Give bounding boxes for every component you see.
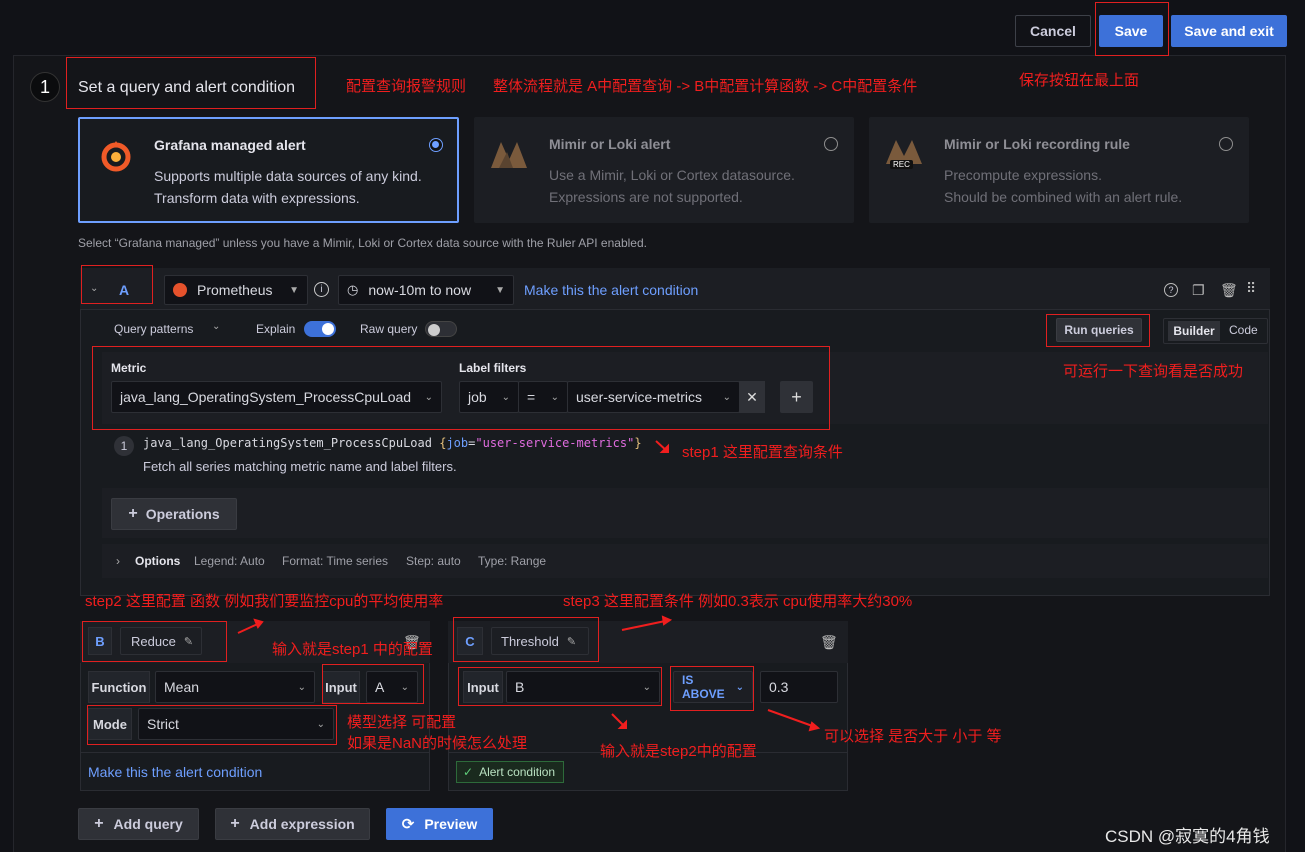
annotation-text: 保存按钮在最上面 [1019,72,1140,89]
annotation-text: 模型选择 可配置 [347,714,457,731]
annotation-text: 可以选择 是否大于 小于 等 [824,728,1002,745]
annotation-text: 整体流程就是 A中配置查询 -> B中配置计算函数 -> C中配置条件 [493,78,918,95]
annotation-text: 可运行一下查询看是否成功 [1063,363,1244,380]
watermark: CSDN @寂寞的4角钱 [1105,827,1270,846]
annotation-text: 输入就是step1 中的配置 [272,641,433,658]
annotation-text: 如果是NaN的时候怎么处理 [347,735,528,752]
annotation-text: step3 这里配置条件 例如0.3表示 cpu使用率大约30% [563,593,913,610]
annotation-arrows [237,440,821,732]
annotation-text: 配置查询报警规则 [346,78,467,95]
annotation-text: 输入就是step2中的配置 [600,743,757,760]
annotation-text: step1 这里配置查询条件 [682,444,843,461]
annotation-text: step2 这里配置 函数 例如我们要监控cpu的平均使用率 [85,593,444,610]
